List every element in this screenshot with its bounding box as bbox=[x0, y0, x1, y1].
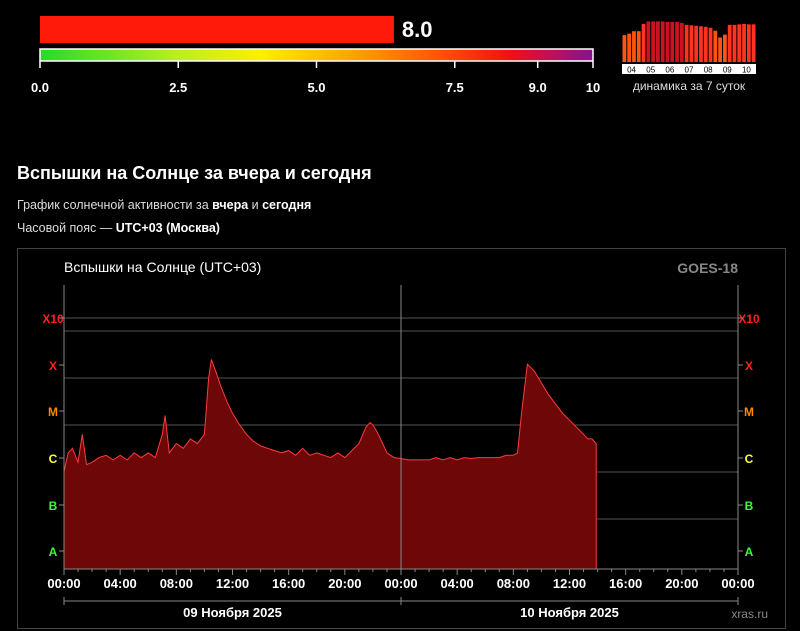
x-tick-label: 04:00 bbox=[441, 576, 474, 591]
chart-source: GOES-18 bbox=[677, 260, 738, 276]
y-class-label-right: A bbox=[745, 545, 754, 559]
x-tick-label: 12:00 bbox=[553, 576, 586, 591]
y-class-label-right: X bbox=[745, 359, 753, 373]
y-class-label-right: B bbox=[745, 499, 754, 513]
x-tick-label: 00:00 bbox=[384, 576, 417, 591]
x-tick-label: 20:00 bbox=[665, 576, 698, 591]
x-tick-label: 16:00 bbox=[272, 576, 305, 591]
y-class-label-left: A bbox=[49, 545, 58, 559]
x-tick-label: 20:00 bbox=[328, 576, 361, 591]
y-class-label-left: X10 bbox=[42, 312, 64, 326]
x-tick-label: 00:00 bbox=[721, 576, 754, 591]
x-tick-label: 16:00 bbox=[609, 576, 642, 591]
x-tick-label: 04:00 bbox=[104, 576, 137, 591]
chart-title: Вспышки на Солнце (UTC+03) bbox=[64, 259, 261, 275]
y-class-label-left: X bbox=[49, 359, 57, 373]
x-tick-label: 08:00 bbox=[160, 576, 193, 591]
chart-watermark: xras.ru bbox=[731, 607, 768, 621]
flare-chart: Вспышки на Солнце (UTC+03) GOES-18 A A B B C… bbox=[17, 248, 786, 629]
y-class-label-right: M bbox=[744, 405, 754, 419]
date-label: 09 Ноября 2025 bbox=[183, 605, 282, 620]
y-class-label-left: B bbox=[49, 499, 58, 513]
y-class-label-left: C bbox=[49, 452, 58, 466]
x-tick-label: 00:00 bbox=[47, 576, 80, 591]
y-class-label-left: M bbox=[48, 405, 58, 419]
y-class-label-right: X10 bbox=[738, 312, 760, 326]
x-tick-label: 12:00 bbox=[216, 576, 249, 591]
x-tick-label: 08:00 bbox=[497, 576, 530, 591]
y-class-label-right: C bbox=[745, 452, 754, 466]
date-label: 10 Ноября 2025 bbox=[520, 605, 619, 620]
